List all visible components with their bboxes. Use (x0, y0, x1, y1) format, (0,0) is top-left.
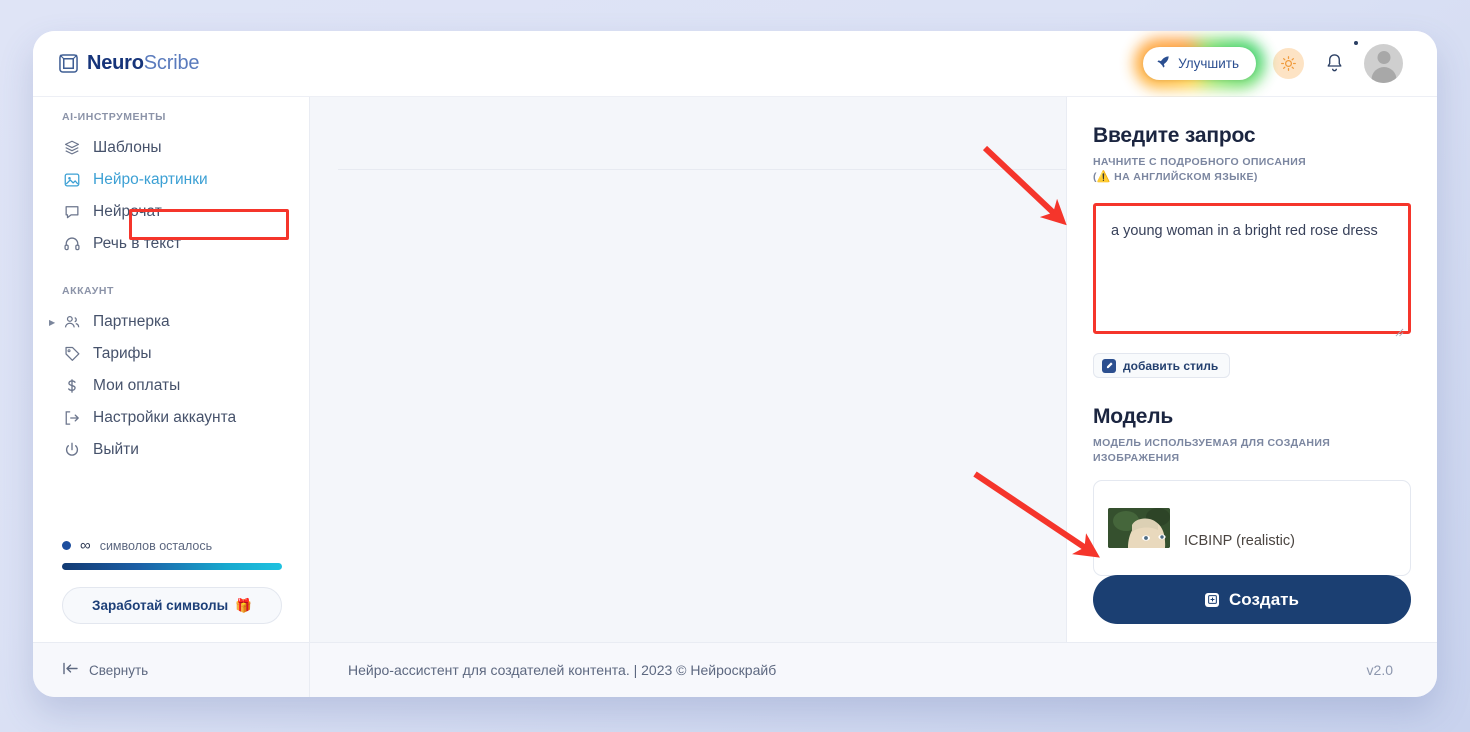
app-body: AI-ИНСТРУМЕНТЫ Шаблоны Нейро-картинки Не… (33, 97, 1437, 642)
layers-icon (62, 139, 81, 158)
sidebar-item-label: Мои оплаты (93, 377, 181, 394)
brand-name-bold: Neuro (87, 52, 144, 74)
prompt-field-wrapper (1093, 203, 1411, 339)
headphones-icon (62, 235, 81, 254)
top-bar-actions: Улучшить (1134, 38, 1403, 89)
brand-logo[interactable]: NeuroScribe (59, 52, 199, 75)
users-icon (62, 313, 81, 332)
sidebar-item-label: Нейрочат (93, 203, 162, 220)
gift-icon: 🎁 (235, 597, 252, 613)
sidebar-item-label: Речь в текст (93, 235, 182, 252)
tag-icon (62, 345, 81, 364)
sidebar: AI-ИНСТРУМЕНТЫ Шаблоны Нейро-картинки Не… (33, 97, 310, 642)
generation-settings-panel: Введите запрос НАЧНИТЕ С ПОДРОБНОГО ОПИС… (1067, 97, 1437, 642)
sidebar-item-templates[interactable]: Шаблоны (33, 132, 309, 164)
footer: Свернуть Нейро-ассистент для создателей … (33, 642, 1437, 697)
sun-icon[interactable] (1273, 48, 1304, 79)
earn-button-label: Заработай символы (92, 598, 229, 613)
dollar-icon (62, 377, 81, 396)
footer-content: Нейро-ассистент для создателей контента.… (310, 662, 1437, 678)
chevron-right-icon: ▶ (49, 317, 56, 327)
status-dot (62, 541, 71, 550)
model-selector-card[interactable]: ICBINP (realistic) (1093, 479, 1411, 576)
logout-arrow-icon (62, 409, 81, 428)
sidebar-item-neuro-chat[interactable]: Нейрочат (33, 196, 309, 228)
prompt-subtitle-line2: НА АНГЛИЙСКОМ ЯЗЫКЕ) (1110, 171, 1258, 184)
warning-triangle-icon: ⚠️ (1096, 171, 1111, 184)
sidebar-item-account-settings[interactable]: Настройки аккаунта (33, 402, 309, 434)
prompt-section-subtitle: НАЧНИТЕ С ПОДРОБНОГО ОПИСАНИЯ (⚠️ НА АНГ… (1093, 155, 1411, 186)
main-content-area (310, 97, 1067, 642)
rocket-icon (1156, 55, 1170, 72)
sidebar-item-neuro-pictures[interactable]: Нейро-картинки (33, 164, 309, 196)
bell-icon[interactable] (1321, 40, 1358, 78)
earn-characters-button[interactable]: Заработай символы 🎁 (62, 587, 282, 624)
prompt-section-title: Введите запрос (1093, 124, 1256, 147)
sidebar-item-speech-to-text[interactable]: Речь в текст (33, 228, 309, 260)
app-window-card: NeuroScribe Улучшить AI-ИНСТРУМЕНТЫ Шабл… (33, 31, 1437, 697)
model-section-title: Модель (1093, 405, 1174, 429)
avatar[interactable] (1364, 44, 1403, 83)
sidebar-item-my-payments[interactable]: Мои оплаты (33, 370, 309, 402)
chat-bubble-icon (62, 203, 81, 222)
power-icon (62, 441, 81, 460)
sidebar-item-logout[interactable]: Выйти (33, 434, 309, 466)
collapse-label: Свернуть (89, 662, 149, 678)
image-icon (62, 171, 81, 190)
sidebar-bottom-padding (33, 624, 309, 642)
quota-row: ∞ символов осталось (62, 538, 282, 553)
quota-label: символов осталось (99, 538, 213, 553)
quota-block: ∞ символов осталось Заработай символы 🎁 (33, 538, 309, 624)
create-button[interactable]: Создать (1093, 575, 1411, 624)
add-style-label: добавить стиль (1123, 358, 1219, 373)
sidebar-item-label: Выйти (93, 441, 139, 458)
square-logo-icon (59, 54, 78, 73)
quota-amount: ∞ (80, 537, 91, 554)
improve-button[interactable]: Улучшить (1143, 47, 1256, 80)
collapse-left-icon (62, 662, 79, 678)
sidebar-item-partnership[interactable]: ▶ Партнерка (33, 306, 309, 338)
create-button-label: Создать (1229, 589, 1299, 609)
improve-button-label: Улучшить (1178, 56, 1239, 71)
collapse-sidebar-button[interactable]: Свернуть (33, 643, 310, 697)
pencil-square-icon (1102, 358, 1116, 373)
sidebar-item-label: Настройки аккаунта (93, 409, 237, 426)
top-bar: NeuroScribe Улучшить (33, 31, 1437, 97)
content-divider (338, 169, 1066, 170)
prompt-input[interactable] (1093, 203, 1411, 335)
sidebar-item-label: Шаблоны (93, 139, 162, 156)
footer-credit: Нейро-ассистент для создателей контента.… (348, 662, 777, 678)
improve-button-wrapper: Улучшить (1134, 38, 1265, 89)
model-section-subtitle: МОДЕЛЬ ИСПОЛЬЗУЕМАЯ ДЛЯ СОЗДАНИЯ ИЗОБРАЖ… (1093, 437, 1331, 465)
sidebar-item-tariffs[interactable]: Тарифы (33, 338, 309, 370)
sidebar-item-label: Нейро-картинки (93, 171, 208, 188)
add-style-button[interactable]: добавить стиль (1093, 353, 1231, 379)
quota-progress-bar (62, 563, 282, 570)
brand-name-light: Scribe (143, 52, 200, 74)
sidebar-item-label: Партнерка (93, 313, 170, 330)
sidebar-section-title-account: АККАУНТ (62, 285, 114, 297)
image-plus-icon (1205, 592, 1220, 607)
footer-version: v2.0 (1366, 662, 1393, 678)
sidebar-item-label: Тарифы (93, 345, 152, 362)
model-preview-thumbnail (1108, 507, 1170, 548)
model-name-label: ICBINP (realistic) (1184, 532, 1295, 549)
notification-dot (1354, 40, 1358, 45)
prompt-subtitle-line1: НАЧНИТЕ С ПОДРОБНОГО ОПИСАНИЯ (1093, 156, 1306, 168)
sidebar-section-title-tools: AI-ИНСТРУМЕНТЫ (62, 111, 166, 123)
